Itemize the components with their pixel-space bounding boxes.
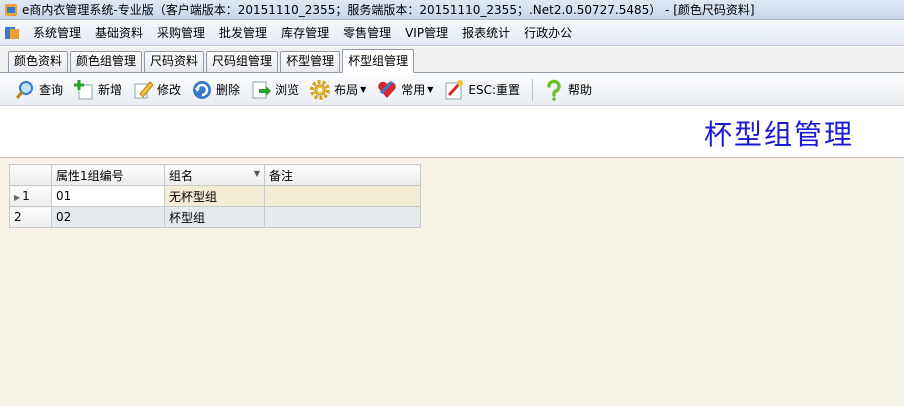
app-menu-icon[interactable] — [4, 25, 20, 41]
add-label: 新增 — [98, 83, 123, 97]
menu-item-purchase[interactable]: 采购管理 — [150, 23, 212, 43]
tab-size-data[interactable]: 尺码资料 — [144, 51, 205, 72]
menu-item-office[interactable]: 行政办公 — [517, 23, 579, 43]
window-titlebar: e商内衣管理系统-专业版（客户端版本：20151110_2355；服务端版本：2… — [0, 0, 904, 20]
browse-icon — [252, 81, 272, 98]
edit-label: 修改 — [157, 83, 182, 97]
reset-button[interactable]: ESC:重置 — [439, 77, 524, 103]
app-logo-icon — [5, 3, 17, 16]
data-grid: 属性1组编号 组名 ▼ 备注 ▶ 1 01 无杯型组 2 02 杯型组 — [9, 164, 421, 228]
delete-label: 删除 — [216, 83, 241, 97]
layout-label: 布局 — [334, 83, 359, 97]
cell-code[interactable]: 02 — [51, 206, 165, 228]
cell-code[interactable]: 01 — [51, 185, 165, 207]
page-title: 杯型组管理 — [703, 118, 854, 151]
menu-item-system[interactable]: 系统管理 — [26, 23, 88, 43]
document-tabs: 颜色资料 颜色组管理 尺码资料 尺码组管理 杯型管理 杯型组管理 — [0, 47, 904, 73]
menu-bar: 系统管理 基础资料 采购管理 批发管理 库存管理 零售管理 VIP管理 报表统计… — [0, 21, 904, 46]
menu-item-wholesale[interactable]: 批发管理 — [212, 23, 274, 43]
cell-name[interactable]: 杯型组 — [164, 206, 265, 228]
table-row[interactable]: ▶ 1 01 无杯型组 — [9, 185, 421, 207]
browse-label: 浏览 — [275, 83, 300, 97]
cell-name[interactable]: 无杯型组 — [164, 185, 265, 207]
current-row-arrow-icon: ▶ — [14, 193, 21, 202]
table-row[interactable]: 2 02 杯型组 — [9, 206, 421, 228]
row-header[interactable]: ▶ 1 — [9, 185, 52, 207]
menu-item-basic-data[interactable]: 基础资料 — [88, 23, 150, 43]
edit-button[interactable]: 修改 — [128, 77, 185, 103]
tab-color-group[interactable]: 颜色组管理 — [70, 51, 143, 72]
window-title: e商内衣管理系统-专业版（客户端版本：20151110_2355；服务端版本：2… — [22, 3, 755, 17]
menu-item-vip[interactable]: VIP管理 — [398, 23, 455, 43]
grid-header-row: 属性1组编号 组名 ▼ 备注 — [9, 164, 421, 186]
help-icon — [547, 79, 561, 101]
browse-button[interactable]: 浏览 — [246, 77, 303, 103]
cell-note[interactable] — [264, 206, 421, 228]
filter-dropdown-icon[interactable]: ▼ — [254, 169, 260, 178]
menu-item-retail[interactable]: 零售管理 — [336, 23, 398, 43]
tab-size-group[interactable]: 尺码组管理 — [206, 51, 279, 72]
toolbar: 查询 新增 修改 删除 浏览 布局 ▼ 常用 ▼ ESC:重置 帮助 — [0, 74, 904, 106]
column-header-note-label: 备注 — [269, 168, 294, 183]
grid-panel: 属性1组编号 组名 ▼ 备注 ▶ 1 01 无杯型组 2 02 杯型组 — [0, 157, 904, 406]
row-header-corner[interactable] — [9, 164, 52, 186]
column-header-code-label: 属性1组编号 — [56, 168, 124, 183]
help-button[interactable]: 帮助 — [539, 77, 596, 103]
toolbar-separator — [532, 78, 534, 101]
cell-note[interactable] — [264, 185, 421, 207]
chevron-down-icon: ▼ — [427, 85, 434, 94]
column-header-note[interactable]: 备注 — [264, 164, 421, 186]
help-label: 帮助 — [568, 83, 593, 97]
menu-item-reports[interactable]: 报表统计 — [455, 23, 517, 43]
tab-cup-type[interactable]: 杯型管理 — [280, 51, 341, 72]
row-number: 2 — [14, 210, 22, 224]
row-header[interactable]: 2 — [9, 206, 52, 228]
delete-button[interactable]: 删除 — [187, 77, 244, 103]
add-button[interactable]: 新增 — [69, 77, 126, 103]
column-header-name[interactable]: 组名 ▼ — [164, 164, 265, 186]
reset-label: ESC:重置 — [468, 83, 521, 97]
tab-cup-group[interactable]: 杯型组管理 — [342, 49, 415, 73]
heart-icon — [378, 80, 396, 98]
gear-icon — [310, 79, 331, 100]
query-button[interactable]: 查询 — [10, 77, 67, 103]
pencil-icon — [134, 80, 154, 98]
reset-icon — [445, 79, 464, 99]
column-header-code[interactable]: 属性1组编号 — [51, 164, 165, 186]
column-header-name-label: 组名 — [169, 168, 194, 183]
add-icon — [74, 79, 93, 99]
chevron-down-icon: ▼ — [360, 85, 367, 94]
common-label: 常用 — [401, 83, 426, 97]
menu-item-inventory[interactable]: 库存管理 — [274, 23, 336, 43]
common-dropdown[interactable]: 常用 ▼ — [372, 77, 437, 103]
layout-dropdown[interactable]: 布局 ▼ — [305, 77, 370, 103]
heading-area: 杯型组管理 — [0, 107, 904, 157]
tab-color-data[interactable]: 颜色资料 — [8, 51, 69, 72]
query-label: 查询 — [39, 83, 64, 97]
search-icon — [15, 80, 33, 99]
delete-icon — [193, 80, 212, 99]
row-number: 1 — [22, 189, 30, 203]
